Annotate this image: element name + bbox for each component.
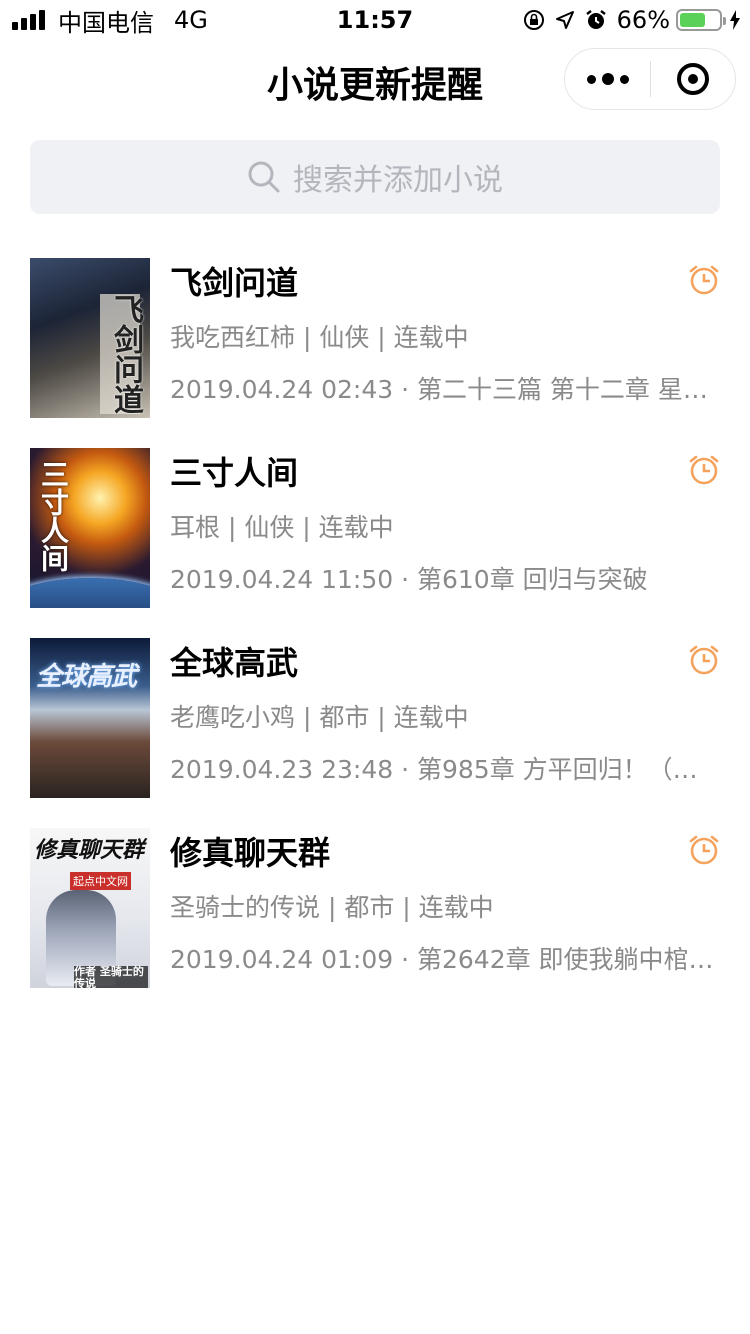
novel-title: 全球高武	[170, 644, 299, 682]
battery-percent: 66%	[616, 6, 670, 34]
novel-title: 飞剑问道	[170, 264, 299, 302]
search-icon	[248, 161, 280, 193]
novel-latest-update: 2019.04.23 23:48 · 第985章 方平回归！（…	[170, 755, 698, 784]
novel-latest-update: 2019.04.24 11:50 · 第610章 回归与突破	[170, 565, 648, 594]
target-icon	[676, 63, 709, 95]
novel-latest-update: 2019.04.24 01:09 · 第2642章 即使我躺中棺…	[170, 945, 714, 974]
battery-icon	[676, 9, 726, 31]
alarm-clock-icon[interactable]	[688, 834, 720, 870]
location-icon	[555, 10, 575, 30]
battery-level	[680, 13, 705, 27]
list-item[interactable]: 修真聊天群 起点中文网 作者 圣骑士的传说 修真聊天群 圣骑士的传说 | 都市 …	[0, 826, 750, 1016]
miniprogram-capsule	[564, 48, 736, 110]
more-icon-dot	[601, 73, 614, 85]
novel-list: 飞剑问道 飞剑问道 我吃西红柿 | 仙侠 | 连载中 2019.04.24 02…	[0, 256, 750, 1016]
search-bar[interactable]: 搜索并添加小说	[30, 140, 720, 214]
status-bar: 中国电信 4G 11:57 66%	[0, 0, 750, 40]
search-placeholder: 搜索并添加小说	[293, 163, 503, 198]
list-item[interactable]: 三寸人间 三寸人间 耳根 | 仙侠 | 连载中 2019.04.24 11:50…	[0, 446, 750, 636]
novel-meta: 耳根 | 仙侠 | 连载中	[170, 513, 394, 542]
cover-publisher-badge: 起点中文网	[70, 872, 131, 890]
close-miniprogram-button[interactable]	[651, 63, 735, 95]
book-cover: 飞剑问道	[30, 258, 150, 418]
novel-latest-update: 2019.04.24 02:43 · 第二十三篇 第十二章 星…	[170, 375, 708, 404]
novel-title: 修真聊天群	[170, 834, 331, 872]
list-item[interactable]: 飞剑问道 飞剑问道 我吃西红柿 | 仙侠 | 连载中 2019.04.24 02…	[0, 256, 750, 446]
more-button[interactable]	[565, 73, 650, 85]
alarm-status-icon	[585, 9, 607, 31]
navigation-bar: 小说更新提醒	[0, 40, 750, 120]
alarm-clock-icon[interactable]	[688, 454, 720, 490]
more-icon-dot	[586, 74, 596, 84]
book-cover: 修真聊天群 起点中文网 作者 圣骑士的传说	[30, 828, 150, 988]
novel-meta: 老鹰吃小鸡 | 都市 | 连载中	[170, 703, 469, 732]
cover-title: 三寸人间	[37, 460, 70, 572]
alarm-clock-icon[interactable]	[688, 264, 720, 300]
book-cover: 三寸人间	[30, 448, 150, 608]
cover-author: 作者 圣骑士的传说	[74, 966, 148, 988]
status-right: 66%	[523, 6, 740, 34]
planet-horizon	[30, 578, 150, 608]
alarm-clock-icon[interactable]	[688, 644, 720, 680]
novel-title: 三寸人间	[170, 454, 299, 492]
more-icon-dot	[619, 74, 629, 84]
charging-icon	[730, 10, 740, 30]
cover-title: 飞剑问道	[100, 294, 143, 414]
book-cover: 全球高武	[30, 638, 150, 798]
cover-title: 全球高武	[36, 662, 137, 692]
novel-meta: 我吃西红柿 | 仙侠 | 连载中	[170, 323, 469, 352]
cover-title: 修真聊天群	[34, 838, 145, 863]
novel-meta: 圣骑士的传说 | 都市 | 连载中	[170, 893, 494, 922]
list-item[interactable]: 全球高武 全球高武 老鹰吃小鸡 | 都市 | 连载中 2019.04.23 23…	[0, 636, 750, 826]
orientation-lock-icon	[523, 9, 545, 31]
